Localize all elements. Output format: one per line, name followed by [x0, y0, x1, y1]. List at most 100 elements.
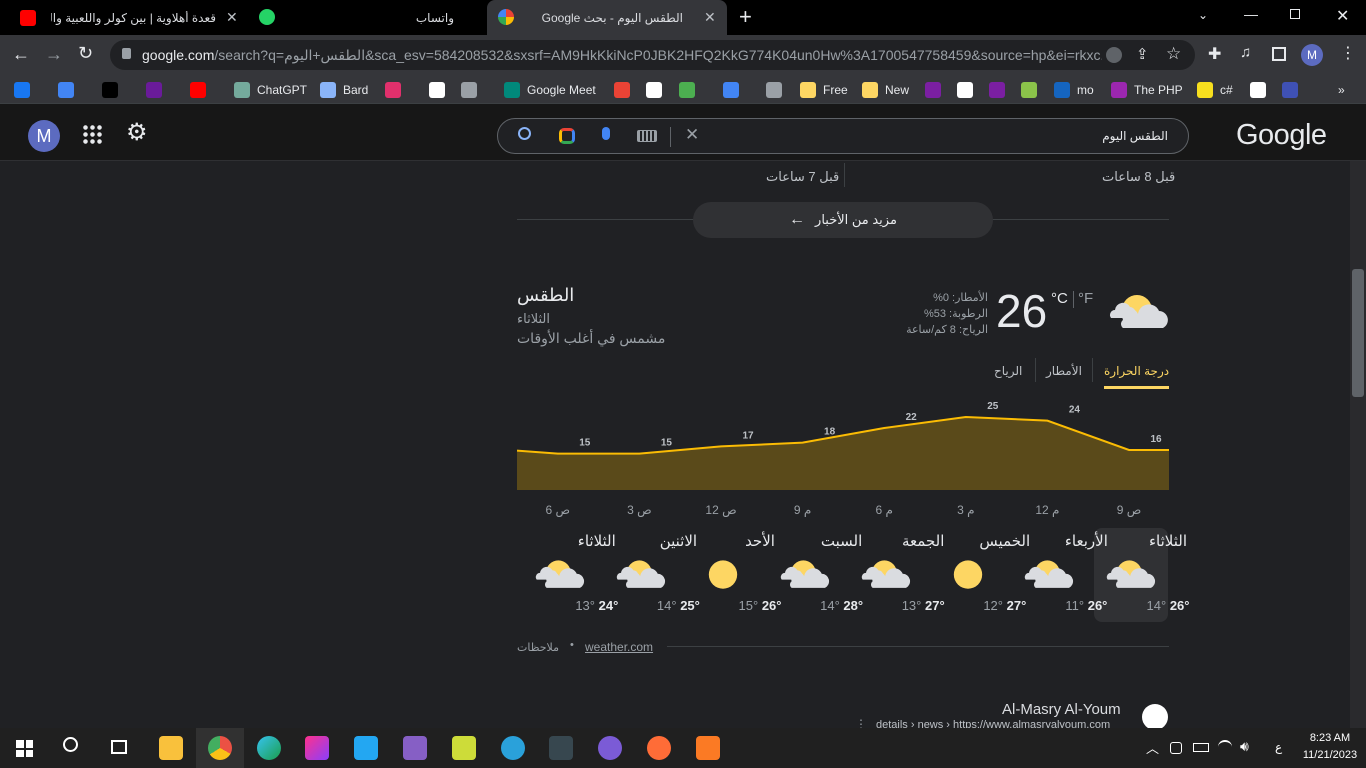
source-link[interactable]: weather.com	[585, 640, 653, 654]
bookmark-item[interactable]	[1021, 81, 1037, 99]
tray-chevron-icon[interactable]: ︿	[1146, 738, 1159, 757]
back-button[interactable]: ←	[12, 44, 30, 65]
url-text[interactable]: google.com/search?q=الطقس+اليوم&sca_esv=…	[142, 47, 1102, 64]
google-logo[interactable]: Google	[1236, 119, 1327, 152]
file-explorer-icon[interactable]	[159, 736, 183, 760]
battery-icon[interactable]	[1193, 743, 1209, 752]
incognito-blocked-icon[interactable]	[1106, 47, 1122, 63]
bookmark-item[interactable]: The PHP	[1111, 81, 1183, 99]
bookmark-item[interactable]: mo	[1054, 81, 1094, 99]
close-icon[interactable]: ✕	[226, 9, 238, 26]
google-lens-icon[interactable]	[559, 128, 575, 144]
apps-grid-icon[interactable]	[82, 124, 102, 144]
bookmark-item[interactable]	[146, 81, 162, 99]
bookmark-item[interactable]: ChatGPT	[234, 81, 307, 99]
bookmark-item[interactable]	[1250, 81, 1266, 99]
bookmark-star-icon[interactable]: ☆	[1166, 44, 1181, 64]
day-name: الجمعة	[902, 533, 945, 550]
search-box[interactable]: ✕ الطقس اليوم	[497, 118, 1189, 154]
tab-whatsapp[interactable]: واتساب	[250, 0, 482, 35]
edge-icon[interactable]	[257, 736, 281, 760]
clock-time[interactable]: 8:23 AM	[1302, 732, 1358, 744]
account-avatar[interactable]: M	[28, 120, 60, 152]
profile-avatar[interactable]: M	[1301, 44, 1323, 66]
new-tab-button[interactable]: +	[739, 4, 752, 30]
search-input[interactable]: الطقس اليوم	[1102, 129, 1168, 143]
visual-studio-icon[interactable]	[403, 736, 427, 760]
volume-icon[interactable]: 🔊︎	[1240, 738, 1249, 755]
bookmark-item[interactable]	[925, 81, 941, 99]
telegram-icon[interactable]	[501, 736, 525, 760]
bookmarks-overflow-icon[interactable]: »	[1338, 81, 1345, 99]
reload-button[interactable]: ↻	[78, 43, 93, 64]
extensions-icon[interactable]: ✚	[1208, 44, 1221, 64]
task-view-icon[interactable]	[111, 740, 127, 754]
input-language[interactable]: ع	[1275, 740, 1282, 754]
sidepanel-icon[interactable]	[1272, 47, 1286, 61]
tab-precipitation[interactable]: الأمطار	[1046, 364, 1082, 378]
site-path[interactable]: details › news › https://www.almasryalyo…	[876, 719, 1110, 728]
menu-icon[interactable]: ⋮	[1340, 43, 1356, 63]
search-icon[interactable]	[63, 737, 78, 752]
bookmark-item[interactable]: Free	[800, 81, 848, 99]
meet-now-icon[interactable]	[1170, 742, 1182, 754]
tab-search-icon[interactable]: ⌄	[1198, 8, 1208, 22]
search-icon[interactable]	[518, 127, 531, 140]
bookmark-item[interactable]	[385, 81, 401, 99]
voice-search-icon[interactable]	[602, 127, 610, 140]
tab-wind[interactable]: الرياح	[994, 364, 1022, 378]
unit-fahrenheit[interactable]: °F	[1078, 290, 1093, 307]
tab-temperature[interactable]: درجة الحرارة	[1104, 364, 1169, 378]
close-window-button[interactable]: ✕	[1336, 6, 1349, 26]
news-divider	[844, 163, 845, 187]
bookmark-item[interactable]	[1282, 81, 1298, 99]
wifi-icon[interactable]	[1218, 740, 1232, 754]
forecast-day[interactable]: الثلاثاء 13° 24°	[523, 528, 618, 622]
more-news-button[interactable]: ← مزيد من الأخبار	[693, 202, 993, 238]
feedback-link[interactable]: ملاحظات	[517, 641, 559, 654]
bookmark-item[interactable]	[957, 81, 973, 99]
scroll-thumb[interactable]	[1352, 269, 1364, 397]
share-icon[interactable]: ⇪	[1136, 45, 1149, 63]
vscode-icon[interactable]	[354, 736, 378, 760]
bookmark-item[interactable]	[190, 81, 206, 99]
settings-gear-icon[interactable]: ⚙	[126, 118, 148, 147]
xampp-icon[interactable]	[696, 736, 720, 760]
bookmark-item[interactable]	[14, 81, 30, 99]
page-scrollbar[interactable]	[1350, 161, 1366, 728]
site-name[interactable]: Al-Masry Al-Youm	[1002, 701, 1121, 718]
bookmark-label: mo	[1077, 83, 1094, 97]
keyboard-icon[interactable]	[637, 130, 657, 142]
bookmark-item[interactable]: Bard	[320, 81, 368, 99]
tab-youtube[interactable]: قعدة أهلاوية | بين كولر واللعبية والـ ✕	[14, 0, 246, 35]
bookmark-item[interactable]	[766, 81, 782, 99]
address-bar[interactable]: google.com/search?q=الطقس+اليوم&sca_esv=…	[110, 40, 1195, 70]
github-desktop-icon[interactable]	[598, 736, 622, 760]
bookmark-item[interactable]	[723, 81, 739, 99]
sql-server-icon[interactable]	[549, 736, 573, 760]
bookmark-item[interactable]	[58, 81, 74, 99]
restore-button[interactable]	[1290, 9, 1300, 19]
unit-celsius[interactable]: °C	[1051, 290, 1068, 307]
start-icon[interactable]	[16, 740, 33, 757]
forward-button[interactable]: →	[45, 44, 63, 65]
postman-icon[interactable]	[647, 736, 671, 760]
tab-google-search[interactable]: الطقس اليوم - بحث Google ✕	[487, 0, 727, 35]
bookmark-item[interactable]	[989, 81, 1005, 99]
bookmark-item[interactable]: New	[862, 81, 909, 99]
media-icon[interactable]: ♫	[1240, 44, 1251, 61]
clock-date[interactable]: 11/21/2023	[1298, 749, 1362, 761]
bookmark-item[interactable]	[646, 81, 662, 99]
bookmark-item[interactable]	[102, 81, 118, 99]
bookmark-item[interactable]	[614, 81, 630, 99]
bookmark-item[interactable]: c#	[1197, 81, 1233, 99]
phpstorm-icon[interactable]	[305, 736, 329, 760]
bookmark-item[interactable]	[461, 81, 477, 99]
bookmark-item[interactable]	[679, 81, 695, 99]
minimize-button[interactable]: —	[1244, 6, 1258, 22]
clear-search-icon[interactable]: ✕	[685, 125, 699, 145]
bookmark-item[interactable]: Google Meet	[504, 81, 596, 99]
close-icon[interactable]: ✕	[704, 9, 716, 26]
bookmark-item[interactable]	[429, 81, 445, 99]
paint-icon[interactable]	[452, 736, 476, 760]
